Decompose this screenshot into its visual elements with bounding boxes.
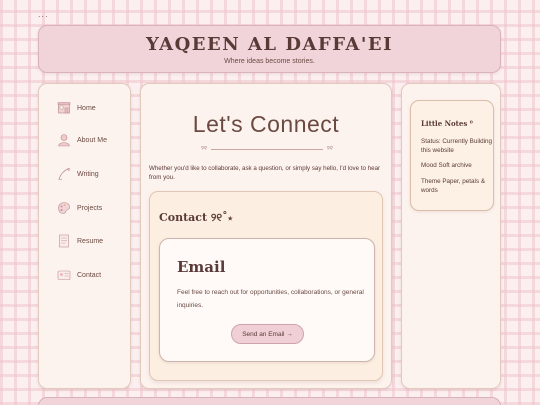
sidebar-item-home[interactable]: Home (57, 99, 96, 117)
sidebar-item-label: Home (77, 104, 96, 112)
sidebar-item-contact[interactable]: Contact (57, 266, 101, 284)
pen-icon (58, 167, 70, 180)
sidebar-item-resume[interactable]: Resume (57, 232, 103, 250)
email-title: Email (177, 258, 226, 276)
notes-card: Little Notes ⁰ Status: Currently Buildin… (410, 100, 494, 211)
notes-title: Little Notes ⁰ (421, 119, 473, 128)
sidebar-item-label: Resume (77, 237, 104, 245)
sidebar-item-writing[interactable]: Writing (57, 165, 99, 183)
site-footer (38, 397, 501, 405)
divider-line (211, 148, 323, 150)
main-panel: Let's Connect ୨୧ ୨୧ Whether you'd like t… (140, 83, 392, 389)
divider-glyph-right: ୨୧ (326, 145, 333, 152)
window-menu-dots[interactable]: ... (38, 10, 49, 19)
email-description: Feel free to reach out for opportunities… (177, 289, 364, 309)
sidebar-item-label: About Me (77, 136, 107, 144)
site-header: YAQEEN AL DAFFA'EI Where ideas become st… (38, 25, 501, 73)
sidebar-nav: Home About Me Writing Projects Resume Co… (38, 83, 131, 389)
note-item: Theme Paper, petals & words (421, 178, 486, 194)
site-subtitle: Where ideas become stories. (224, 58, 315, 65)
palette-icon (58, 202, 70, 214)
sidebar-item-label: Contact (77, 271, 102, 279)
divider-glyph-left: ୨୧ (201, 145, 208, 152)
document-icon (59, 234, 69, 248)
email-card: Email Feel free to reach out for opportu… (159, 238, 375, 362)
note-item: Status: Currently Building this website (421, 138, 493, 154)
intro-text: Whether you'd like to collaborate, ask a… (149, 165, 381, 181)
title-divider: ୨୧ ୨୧ (201, 144, 333, 154)
id-card-icon (57, 270, 71, 280)
sidebar-item-label: Writing (77, 170, 99, 178)
contact-card: Contact ୨୧˚⋆ Email Feel free to reach ou… (149, 191, 383, 381)
site-title: YAQEEN AL DAFFA'EI (145, 34, 394, 55)
sidebar-item-projects[interactable]: Projects (57, 199, 102, 217)
contact-heading: Contact ୨୧˚⋆ (159, 211, 233, 224)
sidebar-item-about[interactable]: About Me (57, 131, 107, 149)
page-title: Let's Connect (192, 111, 340, 137)
home-icon (57, 102, 71, 114)
right-sidebar: Little Notes ⁰ Status: Currently Buildin… (401, 83, 501, 389)
note-item: Mood Soft archive (421, 162, 472, 169)
sidebar-item-label: Projects (77, 204, 103, 212)
user-icon (58, 134, 70, 147)
send-email-button[interactable]: Send an Email → (231, 324, 304, 344)
